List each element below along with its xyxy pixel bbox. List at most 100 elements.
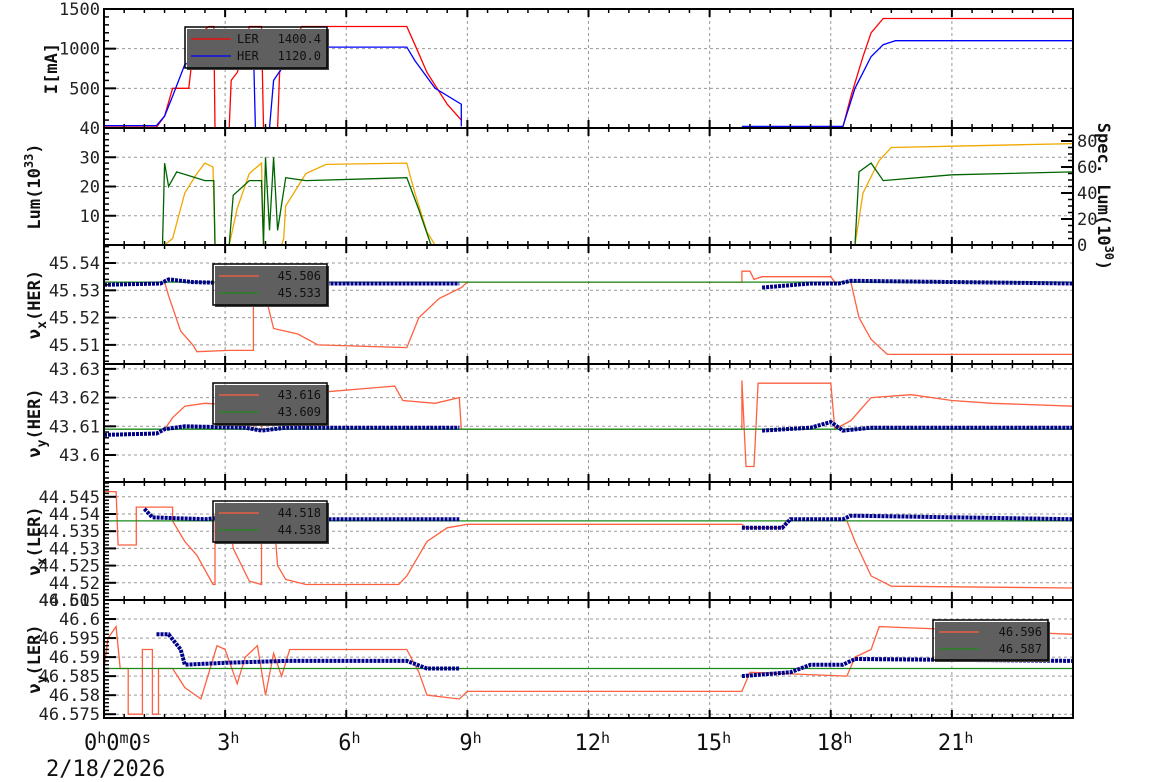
y-axis-label: νy(HER) (25, 388, 50, 457)
legend: 46.596 46.587 (932, 619, 1050, 662)
y-axis-label: I[mA] (42, 43, 62, 94)
series-monitor-line (156, 632, 460, 671)
x-tick-label: 0h0m0s (84, 729, 151, 756)
y-tick-label: 1500 (59, 0, 100, 20)
x-tick-number: 0 (129, 731, 142, 756)
legend: LER 1400.4 HER 1120.0 (184, 26, 329, 70)
legend-label: LER (237, 32, 259, 46)
y-tick-label: 43.61 (49, 417, 100, 437)
y-tick-label: 44.53 (49, 539, 100, 559)
y-tick-label: 500 (69, 79, 100, 99)
y-label-end: (HER) (25, 388, 45, 439)
x-tick-number: 0 (106, 731, 119, 756)
y-tick-label: 44.535 (39, 522, 100, 542)
y-tick-label: 44.54 (49, 505, 100, 525)
y-tick-label: 46.605 (39, 591, 100, 611)
y-label-main: ν (25, 447, 45, 457)
x-tick-unit: m (120, 729, 129, 747)
y-label-sub: x (35, 321, 50, 329)
legend-value: 45.506 (278, 269, 321, 283)
y-tick-label: 43.6 (59, 446, 100, 466)
y-tick-label: 45.54 (49, 254, 100, 274)
panel-0: 500 1000 1500 I[mA] LER 1400.4 HER 1120.0 (42, 0, 1074, 129)
y-tick-label: 46.575 (39, 705, 100, 725)
y-tick-label: 43.63 (49, 360, 100, 380)
y-tick-label: 46.6 (59, 610, 100, 630)
y-label-main: Lum(10 (25, 168, 45, 229)
y-tick-label: 20 (80, 178, 100, 198)
x-tick-unit: s (142, 729, 151, 747)
y-label-end: (LER) (25, 624, 45, 675)
legend-value: 43.616 (278, 388, 321, 402)
legend: 44.518 44.538 (212, 500, 329, 544)
y-tick-label: 44.545 (39, 488, 100, 508)
legend-value: 1400.4 (278, 32, 321, 46)
y-label-sup: 33 (22, 154, 36, 168)
tune-luminosity-chart: 50010001500I[mA]LER 1400.4HER 1120.0102030… (22, 0, 1116, 782)
y-label-main: ν (25, 683, 45, 693)
y-axis-label: Lum(1033) (22, 143, 45, 229)
right-label-end: ) (1093, 260, 1113, 270)
y-tick-label: 46.595 (39, 629, 100, 649)
y-tick-label: 45.53 (49, 281, 100, 301)
x-tick-number: 9 (459, 731, 472, 756)
legend-label: HER (237, 49, 259, 63)
series-lum-line (161, 157, 1074, 246)
x-tick-label: 21h (938, 729, 974, 756)
y-label-end: ) (25, 143, 45, 153)
y-label-sub: y (35, 439, 50, 447)
x-tick-number: 3 (217, 731, 230, 756)
legend: 43.616 43.609 (212, 382, 329, 426)
series-ler-line (741, 17, 1073, 128)
y-tick-label: 45.52 (49, 309, 100, 329)
y-tick-label: 1000 (59, 40, 100, 60)
x-tick-number: 18 (817, 731, 844, 756)
date-label: 2/18/2026 (46, 757, 165, 782)
legend-value: 44.518 (278, 506, 321, 520)
y-label-end: (HER) (25, 270, 45, 321)
legend-value: 45.533 (278, 286, 321, 300)
y-tick-label: 10 (80, 207, 100, 227)
x-tick-label: 6h (338, 729, 360, 756)
y-tick-label: 40 (80, 119, 100, 139)
x-tick-number: 12 (575, 731, 602, 756)
legend-value: 46.596 (999, 625, 1042, 639)
y-axis-label: νx(HER) (25, 270, 50, 339)
y-tick-label: 30 (80, 148, 100, 168)
panel-5: 46.57546.5846.58546.5946.59546.646.605νy… (25, 591, 1074, 725)
panel-3: 43.6 43.61 43.62 43.63 νy(HER) 43.616 43.609 (25, 360, 1074, 483)
x-tick-unit: h (352, 729, 361, 747)
right-label-sup: 30 (1102, 246, 1116, 260)
x-tick-unit: h (473, 729, 482, 747)
series-spec-lum-line (164, 142, 1074, 246)
legend-value: 44.538 (278, 523, 321, 537)
x-tick-unit: h (230, 729, 239, 747)
x-tick-unit: h (97, 729, 106, 747)
series-measured-line (103, 624, 1074, 715)
x-tick-unit: h (964, 729, 973, 747)
legend: 45.506 45.533 (212, 263, 329, 307)
y-label-main: ν (25, 329, 45, 339)
x-tick-label: 18h (817, 729, 853, 756)
legend-value: 46.587 (999, 642, 1042, 656)
y-label-sub: x (35, 557, 50, 565)
x-tick-unit: h (722, 729, 731, 747)
right-label-main: Spec. Lum(10 (1093, 123, 1113, 246)
x-tick-number: 21 (938, 731, 965, 756)
x-tick-label: 12h (575, 729, 611, 756)
y-label-end: (LER) (25, 506, 45, 557)
x-tick-label: 9h (459, 729, 481, 756)
y-label-main: I[mA] (42, 43, 62, 94)
series-monitor-line (103, 424, 460, 437)
x-tick-unit: h (843, 729, 852, 747)
y-tick-label: 46.59 (49, 648, 100, 668)
x-tick-label: 15h (696, 729, 732, 756)
x-tick-unit: h (601, 729, 610, 747)
series-her-line (741, 40, 1073, 128)
y-tick-label: 46.58 (49, 686, 100, 706)
series-monitor-line (741, 513, 1074, 530)
legend-value: 1120.0 (278, 49, 321, 63)
y-tick-label: 43.62 (49, 389, 100, 409)
right-y-tick-label: 0 (1077, 236, 1087, 256)
panel-2: 45.5145.5245.5345.54νx(HER) 45.50645.533 (25, 244, 1074, 365)
